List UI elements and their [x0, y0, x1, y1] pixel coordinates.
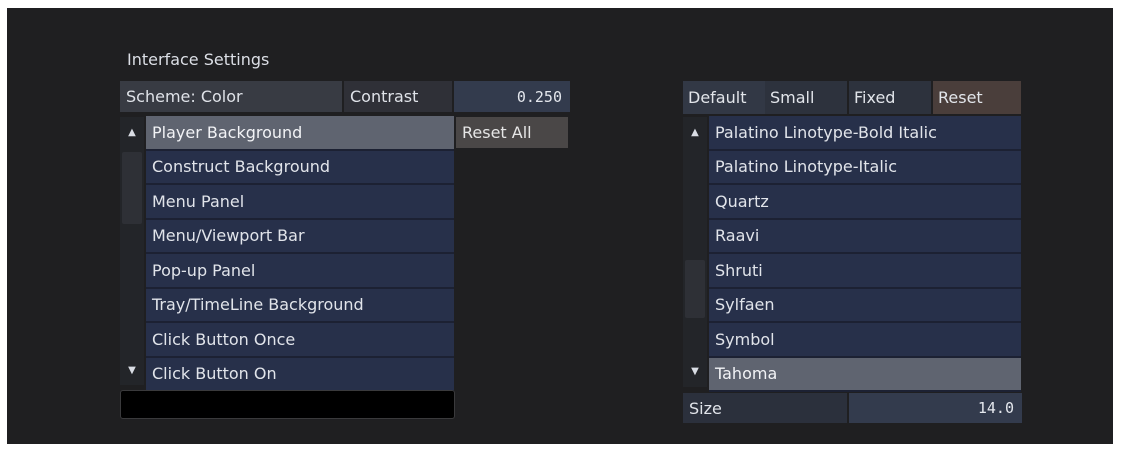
size-label: Size — [683, 393, 847, 423]
color-list-item-4[interactable]: Pop-up Panel — [146, 254, 454, 289]
font-scroll-up-icon[interactable]: ▲ — [683, 117, 707, 148]
font-list-item-4[interactable]: Shruti — [709, 254, 1021, 289]
font-list-item-5[interactable]: Sylfaen — [709, 288, 1021, 323]
color-list-item-6[interactable]: Click Button Once — [146, 323, 454, 358]
scroll-down-icon[interactable]: ▼ — [120, 355, 144, 386]
interface-settings-title: Interface Settings — [127, 50, 270, 69]
font-scroll-down-icon[interactable]: ▼ — [683, 356, 707, 387]
color-list-item-2[interactable]: Menu Panel — [146, 185, 454, 220]
font-list-scrollbar[interactable] — [683, 117, 707, 387]
color-list-scroll-thumb[interactable] — [122, 152, 142, 224]
font-list-item-0[interactable]: Palatino Linotype-Bold Italic — [709, 116, 1021, 151]
tab-default[interactable]: Default — [683, 81, 765, 114]
font-list-scroll-thumb[interactable] — [685, 260, 705, 318]
contrast-label: Contrast — [344, 81, 452, 112]
font-list-item-1[interactable]: Palatino Linotype-Italic — [709, 150, 1021, 185]
color-list-item-1[interactable]: Construct Background — [146, 150, 454, 185]
tab-fixed[interactable]: Fixed — [849, 81, 931, 114]
size-value-field[interactable]: 14.0 — [849, 393, 1022, 423]
scheme-dropdown[interactable]: Scheme: Color — [120, 81, 342, 112]
color-text-field[interactable] — [120, 390, 455, 419]
font-list-item-7[interactable]: Tahoma — [709, 357, 1021, 392]
reset-all-button[interactable]: Reset All — [456, 117, 568, 148]
contrast-value-field[interactable]: 0.250 — [454, 81, 570, 112]
scroll-up-icon[interactable]: ▲ — [120, 117, 144, 148]
font-list-item-6[interactable]: Symbol — [709, 323, 1021, 358]
color-list-item-7[interactable]: Click Button On — [146, 357, 454, 392]
font-list-item-2[interactable]: Quartz — [709, 185, 1021, 220]
color-list-item-5[interactable]: Tray/TimeLine Background — [146, 288, 454, 323]
tab-reset[interactable]: Reset — [933, 81, 1021, 114]
font-list-item-3[interactable]: Raavi — [709, 219, 1021, 254]
color-list-item-3[interactable]: Menu/Viewport Bar — [146, 219, 454, 254]
color-list-item-0[interactable]: Player Background — [146, 116, 454, 151]
tab-small[interactable]: Small — [765, 81, 847, 114]
